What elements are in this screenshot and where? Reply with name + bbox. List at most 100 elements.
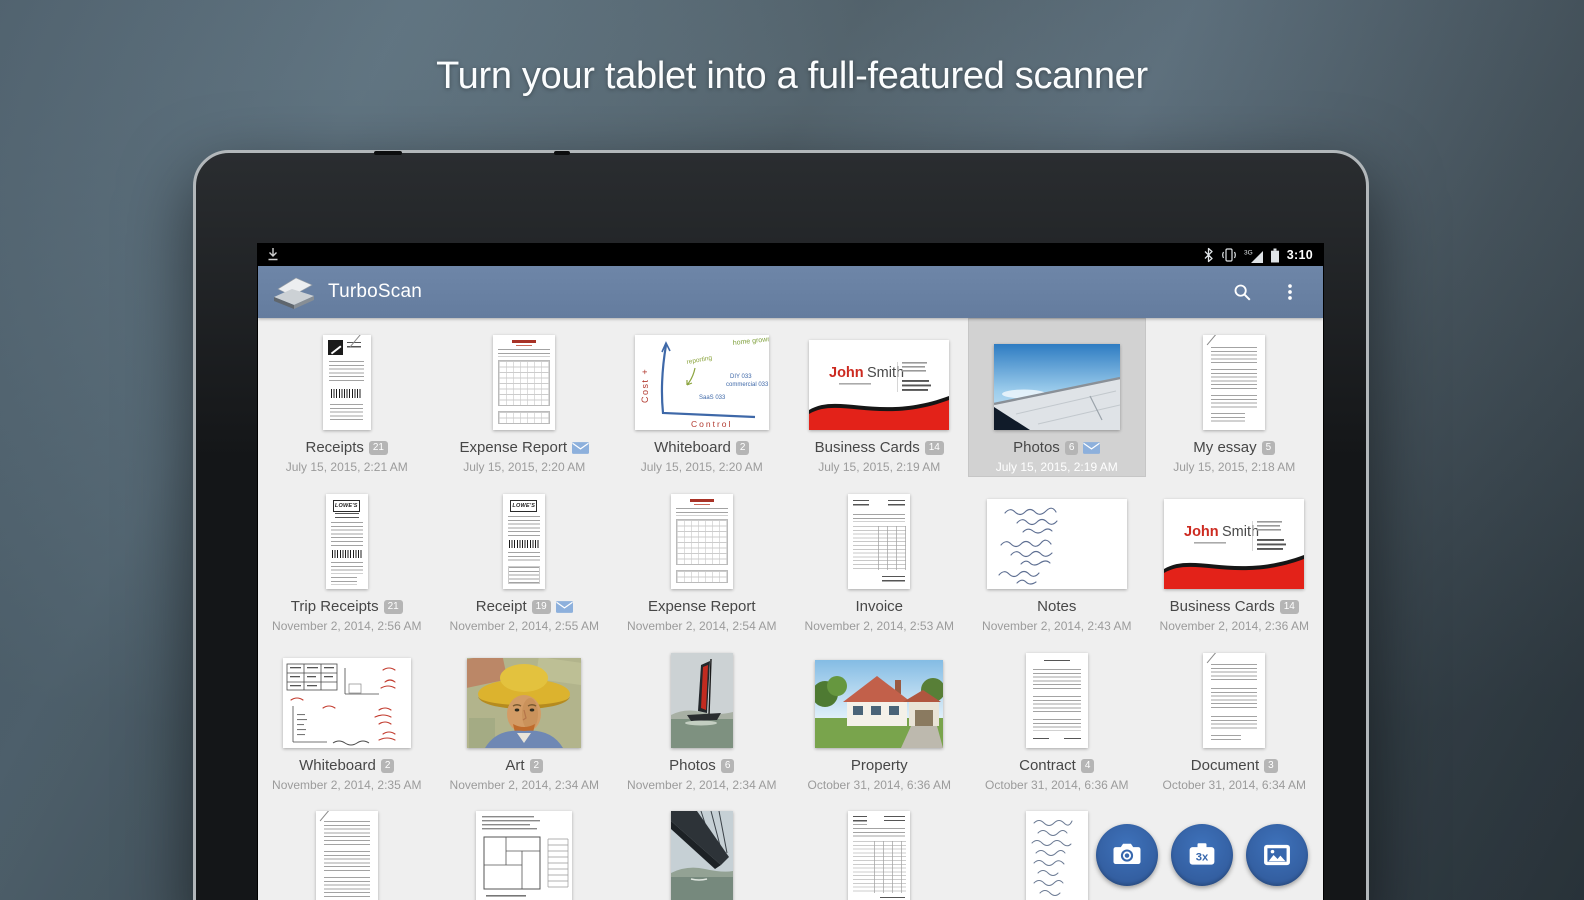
document-item[interactable]: LOWE'S Receipt 19 November 2, 2014, 2:55 … xyxy=(436,477,614,636)
photo-thumbnail xyxy=(670,653,733,748)
document-item[interactable]: Receipts 21 July 15, 2015, 2:21 AM xyxy=(258,318,436,477)
whiteboard-thumbnail: home grown reporting DIY 033 commercial … xyxy=(634,335,769,430)
search-icon[interactable] xyxy=(1231,281,1253,303)
art-thumbnail xyxy=(467,658,582,748)
document-date: November 2, 2014, 2:54 AM xyxy=(627,619,777,633)
page-count-badge: 6 xyxy=(1064,440,1079,455)
battery-icon xyxy=(1270,248,1279,262)
page-count-badge: 4 xyxy=(1080,758,1095,773)
document-title: Business Cards xyxy=(1169,598,1275,615)
document-title: My essay xyxy=(1193,439,1257,456)
promo-headline: Turn your tablet into a full-featured sc… xyxy=(436,55,1148,97)
document-item[interactable]: Art 2 November 2, 2014, 2:34 AM xyxy=(436,636,614,795)
burst-3x-icon: 3x xyxy=(1189,843,1215,865)
document-date: July 15, 2015, 2:20 AM xyxy=(640,460,763,474)
document-item[interactable]: Document 3 October 31, 2014, 6:34 AM xyxy=(1146,636,1324,795)
scanner-icon xyxy=(274,277,314,309)
document-item-partial[interactable] xyxy=(258,795,436,900)
whiteboard-thumbnail xyxy=(282,658,411,748)
document-date: November 2, 2014, 2:56 AM xyxy=(272,619,422,633)
burst-3x-fab[interactable]: 3x xyxy=(1171,824,1233,886)
document-item[interactable]: My essay 5 July 15, 2015, 2:18 AM xyxy=(1146,318,1324,477)
document-date: July 15, 2015, 2:18 AM xyxy=(1173,460,1296,474)
document-item-selected[interactable]: Photos 6 July 15, 2015, 2:19 AM xyxy=(968,318,1146,477)
tablet-screen: 3G 3:10 TurboScan Receipts 21 July 15, 2… xyxy=(258,244,1323,900)
document-item[interactable]: Property October 31, 2014, 6:36 AM xyxy=(791,636,969,795)
fab-bar: 3x xyxy=(1096,824,1308,886)
invoice-thumbnail xyxy=(848,494,911,589)
gallery-icon xyxy=(1264,844,1290,866)
document-item[interactable]: Whiteboard 2 November 2, 2014, 2:35 AM xyxy=(258,636,436,795)
receipt-thumbnail: LOWE'S xyxy=(325,494,368,589)
mail-icon xyxy=(1083,441,1101,454)
camera-icon xyxy=(1113,843,1141,864)
document-item[interactable]: home grown reporting DIY 033 commercial … xyxy=(613,318,791,477)
document-item[interactable]: Expense Report November 2, 2014, 2:54 AM xyxy=(613,477,791,636)
document-date: November 2, 2014, 2:55 AM xyxy=(449,619,599,633)
document-date: July 15, 2015, 2:21 AM xyxy=(285,460,408,474)
page-count-badge: 21 xyxy=(368,440,388,455)
business-card-thumbnail: John Smith xyxy=(809,340,950,430)
page-count-badge: 2 xyxy=(529,758,544,773)
floor-plan-thumbnail xyxy=(476,811,573,900)
document-thumbnail xyxy=(1203,653,1266,748)
document-title: Whiteboard xyxy=(299,757,376,774)
document-item[interactable]: John Smith Business Cards 14 July 15, 201… xyxy=(791,318,969,477)
document-item-partial[interactable] xyxy=(436,795,614,900)
receipt-thumbnail xyxy=(322,335,371,430)
document-title: Property xyxy=(850,757,908,774)
document-title: Receipt xyxy=(475,598,527,615)
gallery-fab[interactable] xyxy=(1246,824,1308,886)
document-date: July 15, 2015, 2:19 AM xyxy=(818,460,941,474)
overflow-menu-icon[interactable] xyxy=(1279,281,1301,303)
document-item[interactable]: Photos 6 November 2, 2014, 2:34 AM xyxy=(613,636,791,795)
page-count-badge: 2 xyxy=(735,440,750,455)
property-thumbnail xyxy=(815,660,944,748)
svg-text:Control: Control xyxy=(691,419,732,429)
document-item[interactable]: LOWE'S Trip Receipts 21 November 2, 2014,… xyxy=(258,477,436,636)
document-item[interactable]: John Smith Business Cards 14 November 2, … xyxy=(1146,477,1324,636)
notes-thumbnail xyxy=(986,499,1127,589)
promo-background: Turn your tablet into a full-featured sc… xyxy=(0,0,1584,900)
document-date: November 2, 2014, 2:53 AM xyxy=(804,619,954,633)
document-item[interactable]: Contract 4 October 31, 2014, 6:36 AM xyxy=(968,636,1146,795)
document-title: Business Cards xyxy=(814,439,920,456)
page-count-badge: 5 xyxy=(1261,440,1276,455)
document-title: Trip Receipts xyxy=(290,598,379,615)
page-count-badge: 6 xyxy=(720,758,735,773)
document-title: Expense Report xyxy=(459,439,568,456)
mail-icon xyxy=(572,441,590,454)
document-item[interactable]: Notes November 2, 2014, 2:43 AM xyxy=(968,477,1146,636)
mail-icon xyxy=(555,600,573,613)
page-count-badge: 2 xyxy=(380,758,395,773)
app-title: TurboScan xyxy=(328,281,423,302)
document-title: Invoice xyxy=(855,598,904,615)
page-count-badge: 14 xyxy=(1279,599,1299,614)
page-count-badge: 21 xyxy=(383,599,403,614)
document-item[interactable]: Invoice November 2, 2014, 2:53 AM xyxy=(791,477,969,636)
essay-thumbnail xyxy=(1203,335,1266,430)
document-item-partial[interactable] xyxy=(613,795,791,900)
expense-report-thumbnail xyxy=(670,494,733,589)
svg-text:Smith: Smith xyxy=(1222,524,1259,540)
document-thumbnail xyxy=(315,811,378,900)
expense-report-thumbnail xyxy=(493,335,556,430)
document-date: October 31, 2014, 6:36 AM xyxy=(985,778,1129,792)
svg-text:Smith: Smith xyxy=(867,365,904,381)
page-count-badge: 3 xyxy=(1264,758,1278,773)
document-item[interactable]: Expense Report July 15, 2015, 2:20 AM xyxy=(436,318,614,477)
app-bar: TurboScan xyxy=(258,266,1323,318)
svg-text:John: John xyxy=(829,365,864,381)
vibrate-icon xyxy=(1221,248,1236,262)
svg-text:3x: 3x xyxy=(1196,851,1209,863)
photo-thumbnail xyxy=(993,344,1120,430)
contract-thumbnail xyxy=(1025,653,1088,748)
document-item-partial[interactable] xyxy=(791,795,969,900)
document-date: July 15, 2015, 2:20 AM xyxy=(463,460,586,474)
camera-fab[interactable] xyxy=(1096,824,1158,886)
document-date: November 2, 2014, 2:34 AM xyxy=(449,778,599,792)
bridge-photo-thumbnail xyxy=(670,811,733,900)
document-title: Whiteboard xyxy=(654,439,731,456)
document-date: November 2, 2014, 2:35 AM xyxy=(272,778,422,792)
document-title: Photos xyxy=(1013,439,1060,456)
